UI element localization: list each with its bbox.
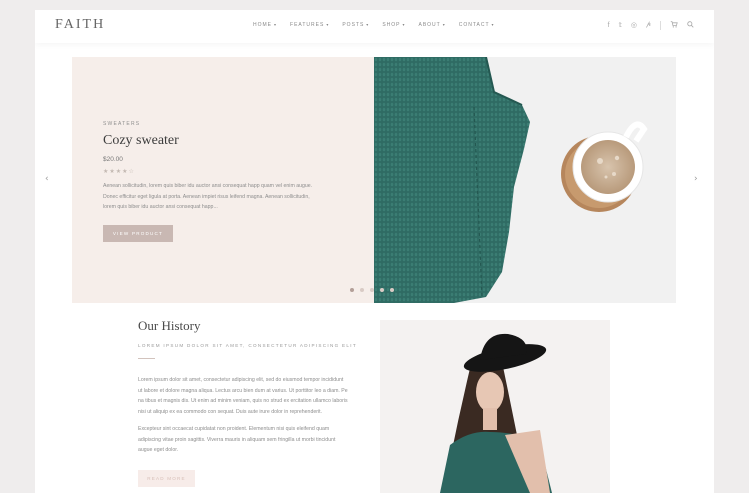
slider-dots bbox=[350, 288, 394, 292]
nav-features[interactable]: FEATURES ▾ bbox=[290, 22, 329, 28]
site-header: FAITH HOME ▾ FEATURES ▾ POSTS ▾ SHOP ▾ ABOUT… bbox=[35, 10, 714, 43]
cart-icon[interactable] bbox=[670, 20, 678, 30]
history-section: Our History LOREM IPSUM DOLOR SIT AMET, … bbox=[138, 318, 378, 487]
search-icon[interactable] bbox=[687, 20, 694, 30]
slider-dot[interactable] bbox=[370, 288, 374, 292]
star-rating: ★★★★☆ bbox=[103, 168, 343, 175]
product-price: $20.00 bbox=[103, 156, 123, 163]
divider bbox=[660, 20, 661, 30]
history-image bbox=[380, 320, 610, 493]
twitter-icon[interactable]: 𝕥 bbox=[619, 21, 622, 29]
star-icon: ★★★★ bbox=[103, 169, 129, 175]
instagram-icon[interactable]: ◎ bbox=[631, 21, 637, 29]
nav-home[interactable]: HOME ▾ bbox=[253, 22, 277, 28]
star-empty-icon: ☆ bbox=[128, 169, 135, 175]
chevron-down-icon: ▾ bbox=[442, 22, 446, 27]
main-nav: HOME ▾ FEATURES ▾ POSTS ▾ SHOP ▾ ABOUT ▾ CONT… bbox=[253, 22, 508, 28]
product-image bbox=[374, 57, 676, 303]
section-subtitle: LOREM IPSUM DOLOR SIT AMET, CONSECTETUR … bbox=[138, 343, 357, 348]
chevron-down-icon: ▾ bbox=[326, 22, 330, 27]
nav-posts[interactable]: POSTS ▾ bbox=[342, 22, 369, 28]
slider-dot[interactable] bbox=[350, 288, 354, 292]
view-product-button[interactable]: VIEW PRODUCT bbox=[103, 224, 173, 242]
pinterest-icon[interactable]: 𝓅 bbox=[646, 21, 651, 29]
slider-next-arrow-icon[interactable]: › bbox=[694, 174, 698, 184]
slider-dot[interactable] bbox=[390, 288, 394, 292]
social-links: f 𝕥 ◎ 𝓅 bbox=[608, 20, 694, 30]
section-title: Our History bbox=[138, 318, 201, 333]
chevron-down-icon: ▾ bbox=[491, 22, 495, 27]
hero-slider: SWEATERS Cozy sweater $20.00 ★★★★☆ Aenea… bbox=[72, 57, 676, 303]
product-category[interactable]: SWEATERS bbox=[103, 121, 343, 127]
chevron-down-icon: ▾ bbox=[366, 22, 370, 27]
chevron-down-icon: ▾ bbox=[402, 22, 406, 27]
site-logo[interactable]: FAITH bbox=[55, 17, 105, 33]
page: FAITH HOME ▾ FEATURES ▾ POSTS ▾ SHOP ▾ ABOUT… bbox=[35, 10, 714, 493]
slider-prev-arrow-icon[interactable]: ‹ bbox=[45, 174, 49, 184]
chevron-down-icon: ▾ bbox=[274, 22, 278, 27]
read-more-button[interactable]: READ MORE bbox=[138, 469, 195, 487]
slide-content: SWEATERS Cozy sweater $20.00 ★★★★☆ Aenea… bbox=[103, 121, 343, 242]
history-paragraph: Excepteur sint occaecat cupidatat non pr… bbox=[138, 425, 336, 454]
product-description: Aenean sollicitudin, lorem quis biber id… bbox=[103, 183, 313, 210]
divider bbox=[138, 358, 155, 359]
facebook-icon[interactable]: f bbox=[608, 22, 610, 29]
nav-shop[interactable]: SHOP ▾ bbox=[382, 22, 405, 28]
slider-dot[interactable] bbox=[380, 288, 384, 292]
slider-dot[interactable] bbox=[360, 288, 364, 292]
nav-about[interactable]: ABOUT ▾ bbox=[419, 22, 446, 28]
nav-contact[interactable]: CONTACT ▾ bbox=[459, 22, 495, 28]
history-paragraph: Lorem ipsum dolor sit amet, consectetur … bbox=[138, 377, 348, 416]
product-title[interactable]: Cozy sweater bbox=[103, 133, 343, 149]
